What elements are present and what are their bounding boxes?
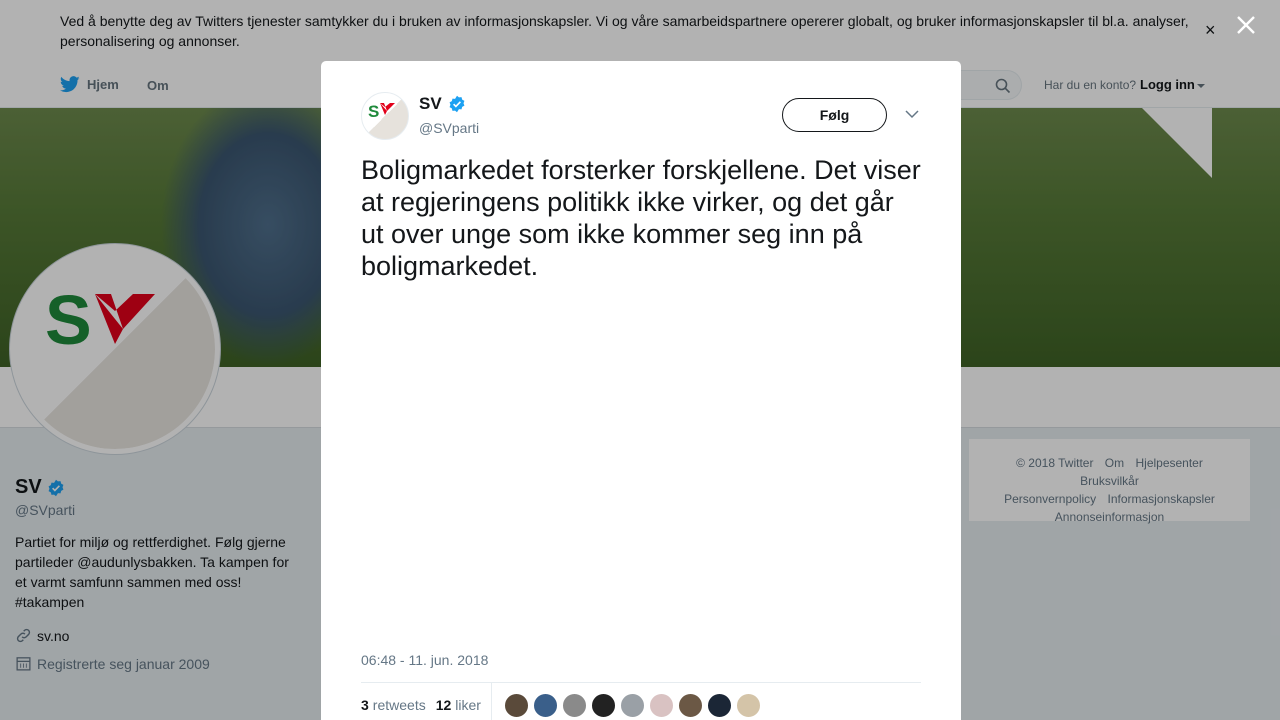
liker-avatar[interactable]	[678, 693, 703, 718]
retweet-stat[interactable]: 3 retweets	[361, 697, 426, 713]
tweet-author-handle[interactable]: @SVparti	[419, 120, 479, 136]
tweet-author-name[interactable]: SV	[419, 94, 466, 114]
liker-avatar[interactable]	[649, 693, 674, 718]
tweet-modal: S SV @SVparti Følg Boligmarkedet forster…	[321, 61, 961, 720]
liker-avatars	[504, 693, 765, 718]
liker-avatar[interactable]	[562, 693, 587, 718]
sv-logo-small: S	[368, 102, 395, 121]
liker-avatar[interactable]	[504, 693, 529, 718]
liker-avatar[interactable]	[620, 693, 645, 718]
likes-stat[interactable]: 12 liker	[436, 697, 481, 713]
likes-count: 12	[435, 697, 452, 713]
retweet-label: retweets	[372, 697, 426, 713]
tweet-timestamp[interactable]: 06:48 - 11. jun. 2018	[361, 652, 488, 668]
liker-avatar[interactable]	[591, 693, 616, 718]
tweet-text: Boligmarkedet forsterker forskjellene. D…	[361, 155, 921, 281]
tweet-author-avatar[interactable]: S	[361, 92, 409, 140]
verified-badge-icon	[449, 95, 465, 113]
chevron-down-icon[interactable]	[905, 109, 919, 119]
tweet-stats: 3 retweets 12 liker	[361, 697, 491, 713]
liker-avatar[interactable]	[707, 693, 732, 718]
liker-avatar[interactable]	[533, 693, 558, 718]
svg-text:S: S	[368, 102, 379, 121]
likes-label: liker	[455, 697, 481, 713]
close-icon[interactable]	[1233, 12, 1259, 38]
tweet-stats-divider	[361, 682, 921, 683]
follow-button[interactable]: Følg	[782, 98, 887, 132]
stats-separator	[491, 683, 492, 720]
tweet-author-name-text[interactable]: SV	[419, 94, 442, 114]
liker-avatar[interactable]	[736, 693, 761, 718]
retweet-count: 3	[361, 697, 369, 713]
